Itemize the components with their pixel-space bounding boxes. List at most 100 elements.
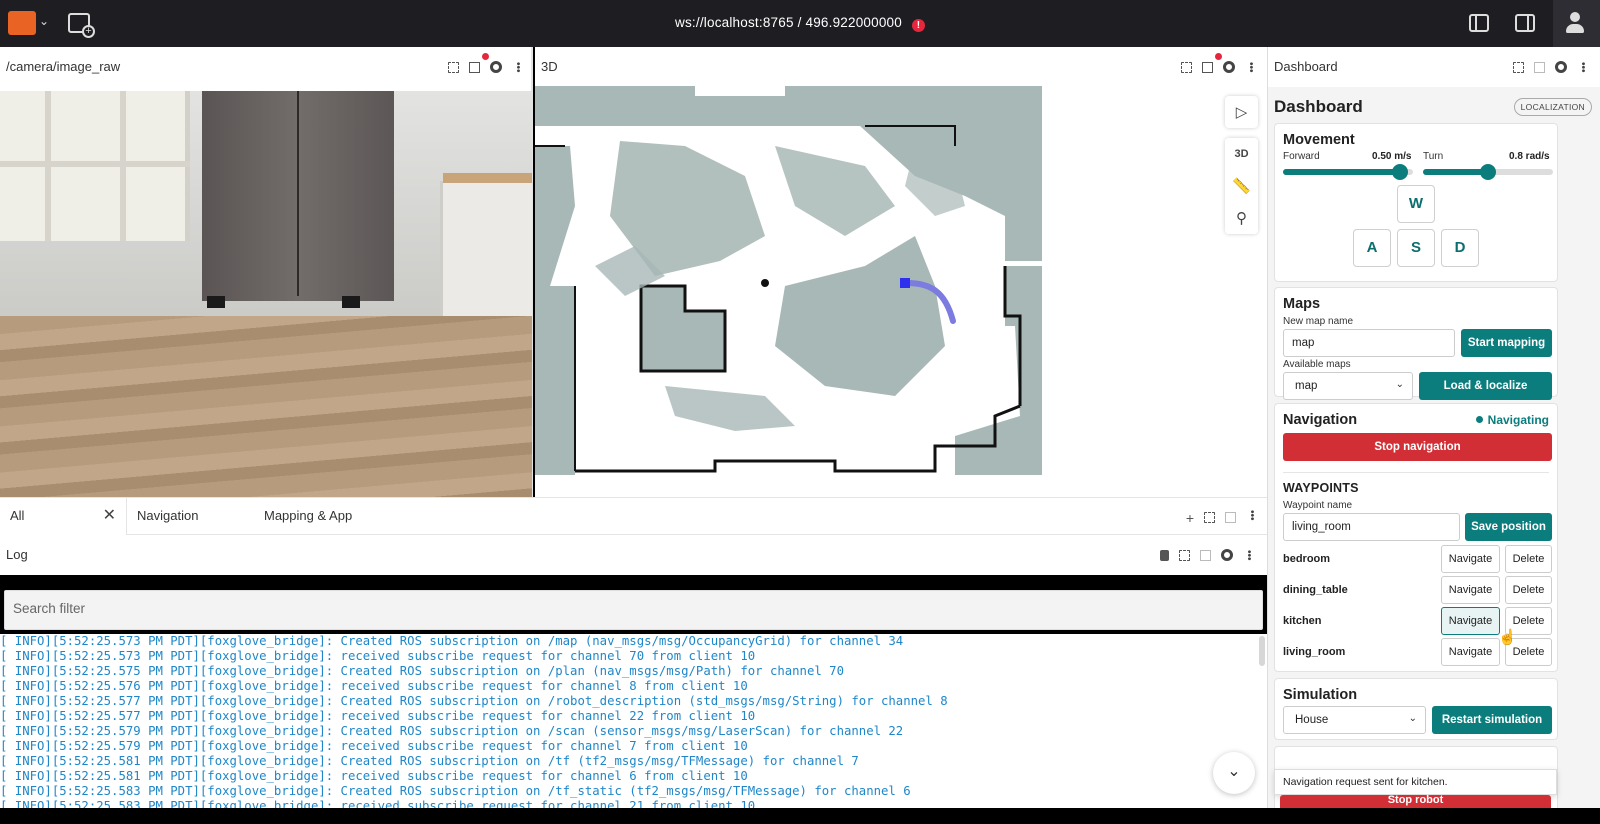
log-line: [ INFO][5:52:25.583 PM PDT][foxglove_bri… xyxy=(0,799,756,808)
log-scrollbar[interactable] xyxy=(1259,636,1265,666)
add-tab-icon[interactable]: + xyxy=(1186,510,1194,526)
key-w-button[interactable]: W xyxy=(1397,185,1435,223)
tab-label: All xyxy=(10,508,25,523)
restart-simulation-button[interactable]: Restart simulation xyxy=(1432,706,1552,734)
navigate-button[interactable]: Navigate xyxy=(1441,545,1500,573)
log-line: [ INFO][5:52:25.581 PM PDT][foxglove_bri… xyxy=(0,769,748,783)
navigate-button[interactable]: Navigate xyxy=(1441,638,1500,666)
log-line: [ INFO][5:52:25.575 PM PDT][foxglove_bri… xyxy=(0,664,844,678)
right-sidebar-toggle-icon[interactable] xyxy=(1515,14,1535,32)
save-position-button[interactable]: Save position xyxy=(1465,513,1552,541)
occupancy-map[interactable] xyxy=(535,86,1042,475)
log-line: [ INFO][5:52:25.576 PM PDT][foxglove_bri… xyxy=(0,679,748,693)
connection-status: ws://localhost:8765 / 496.922000000! xyxy=(0,15,1600,32)
settings-gear-icon[interactable] xyxy=(1223,61,1235,73)
forward-value: 0.50 m/s xyxy=(1372,151,1412,162)
left-sidebar-toggle-icon[interactable] xyxy=(1469,14,1489,32)
fullscreen-icon[interactable] xyxy=(1204,512,1215,523)
navigation-status: Navigating xyxy=(1476,413,1549,427)
more-menu-icon[interactable]: ••• xyxy=(1246,510,1257,521)
divider xyxy=(1283,472,1549,473)
turn-slider[interactable] xyxy=(1423,164,1553,180)
new-map-name-input[interactable]: map xyxy=(1283,329,1455,357)
tab-all[interactable]: All ✕ xyxy=(0,498,127,535)
key-d-button[interactable]: D xyxy=(1441,229,1479,267)
slider-knob[interactable] xyxy=(1480,164,1496,180)
more-menu-icon[interactable]: ••• xyxy=(1577,62,1588,73)
panel-title: 3D xyxy=(541,59,558,74)
log-output: [ INFO][5:52:25.573 PM PDT][foxglove_bri… xyxy=(0,634,1267,808)
fullscreen-icon[interactable] xyxy=(1179,549,1190,561)
split-icon xyxy=(1534,61,1545,73)
toast-notification: Navigation request sent for kitchen. xyxy=(1274,769,1557,795)
tab-bar: All ✕ Navigation Mapping & App + ••• xyxy=(0,497,1267,535)
dashboard-panel: Dashboard ••• Dashboard LOCALIZATION Mov… xyxy=(1267,47,1600,808)
fullscreen-icon[interactable] xyxy=(1513,61,1524,73)
clear-log-icon[interactable] xyxy=(1160,549,1169,561)
fullscreen-icon[interactable] xyxy=(448,61,459,73)
panel-title: Dashboard xyxy=(1274,59,1338,74)
error-indicator xyxy=(482,53,489,60)
waypoints-heading: WAYPOINTS xyxy=(1283,481,1359,495)
connection-label: ws://localhost:8765 / 496.922000000 xyxy=(675,15,902,30)
scroll-to-bottom-icon[interactable]: ⌄ xyxy=(1213,752,1255,794)
tab-label: Navigation xyxy=(137,508,199,523)
select-pointer-icon[interactable]: ▷ xyxy=(1225,96,1258,128)
user-avatar-icon[interactable] xyxy=(1553,0,1600,47)
log-line: [ INFO][5:52:25.577 PM PDT][foxglove_bri… xyxy=(0,709,756,723)
split-icon xyxy=(1225,512,1236,523)
3d-toolbar: ▷ 3D 📏 ⚲ xyxy=(1225,96,1258,234)
split-icon[interactable] xyxy=(1202,61,1213,73)
slider-knob[interactable] xyxy=(1392,164,1408,180)
settings-gear-icon[interactable] xyxy=(1555,61,1567,73)
panel-header: Dashboard ••• xyxy=(1268,47,1600,87)
delete-button[interactable]: Delete xyxy=(1505,576,1552,604)
chevron-down-icon: ⌄ xyxy=(1395,379,1404,390)
chevron-down-icon: ⌄ xyxy=(1408,713,1417,724)
mode-badge: LOCALIZATION xyxy=(1513,98,1592,116)
more-menu-icon[interactable]: ••• xyxy=(512,62,523,73)
panel-title: /camera/image_raw xyxy=(6,59,121,74)
settings-gear-icon[interactable] xyxy=(1221,549,1233,561)
stop-robot-button[interactable]: Stop robot xyxy=(1280,795,1551,808)
more-menu-icon[interactable]: ••• xyxy=(1243,550,1254,561)
load-localize-button[interactable]: Load & localize xyxy=(1419,372,1552,400)
key-a-button[interactable]: A xyxy=(1353,229,1391,267)
fullscreen-icon[interactable] xyxy=(1181,61,1192,73)
log-search-input[interactable]: Search filter xyxy=(4,590,1263,630)
waypoint-name-input[interactable]: living_room xyxy=(1283,513,1460,541)
delete-button[interactable]: Delete xyxy=(1505,545,1552,573)
waypoint-name: living_room xyxy=(1283,646,1346,658)
tab-navigation[interactable]: Navigation xyxy=(127,498,254,535)
camera-panel: /camera/image_raw ••• xyxy=(0,47,533,500)
settings-gear-icon[interactable] xyxy=(490,61,502,73)
card-title: Navigation xyxy=(1283,412,1358,428)
log-line: [ INFO][5:52:25.581 PM PDT][foxglove_bri… xyxy=(0,754,859,768)
error-icon[interactable]: ! xyxy=(911,19,925,32)
stop-navigation-button[interactable]: Stop navigation xyxy=(1283,433,1552,461)
view-mode-toggle[interactable]: 3D xyxy=(1225,138,1258,170)
available-maps-select[interactable]: map ⌄ xyxy=(1283,372,1413,400)
more-menu-icon[interactable]: ••• xyxy=(1245,62,1256,73)
start-mapping-button[interactable]: Start mapping xyxy=(1461,329,1552,357)
publish-pose-icon[interactable]: ⚲ xyxy=(1225,202,1258,234)
navigate-button[interactable]: Navigate xyxy=(1441,607,1500,635)
slider-fill xyxy=(1423,169,1488,175)
log-line: [ INFO][5:52:25.577 PM PDT][foxglove_bri… xyxy=(0,694,948,708)
panel-header: /camera/image_raw ••• xyxy=(0,47,531,87)
maps-card: Maps New map name map Start mapping Avai… xyxy=(1274,287,1558,400)
log-panel-header: Log ••• xyxy=(0,535,1267,575)
split-icon[interactable] xyxy=(469,61,480,73)
close-icon[interactable]: ✕ xyxy=(103,498,116,534)
screen-bottom-edge xyxy=(0,808,1600,824)
simulation-world-select[interactable]: House ⌄ xyxy=(1283,706,1426,734)
ruler-icon[interactable]: 📏 xyxy=(1225,170,1258,202)
navigate-button[interactable]: Navigate xyxy=(1441,576,1500,604)
key-s-button[interactable]: S xyxy=(1397,229,1435,267)
tab-mapping-app[interactable]: Mapping & App xyxy=(254,498,414,535)
forward-slider[interactable] xyxy=(1283,164,1413,180)
error-indicator xyxy=(1215,53,1222,60)
tab-label: Mapping & App xyxy=(264,508,353,523)
new-map-label: New map name xyxy=(1283,316,1354,327)
waypoint-name-label: Waypoint name xyxy=(1283,500,1353,511)
